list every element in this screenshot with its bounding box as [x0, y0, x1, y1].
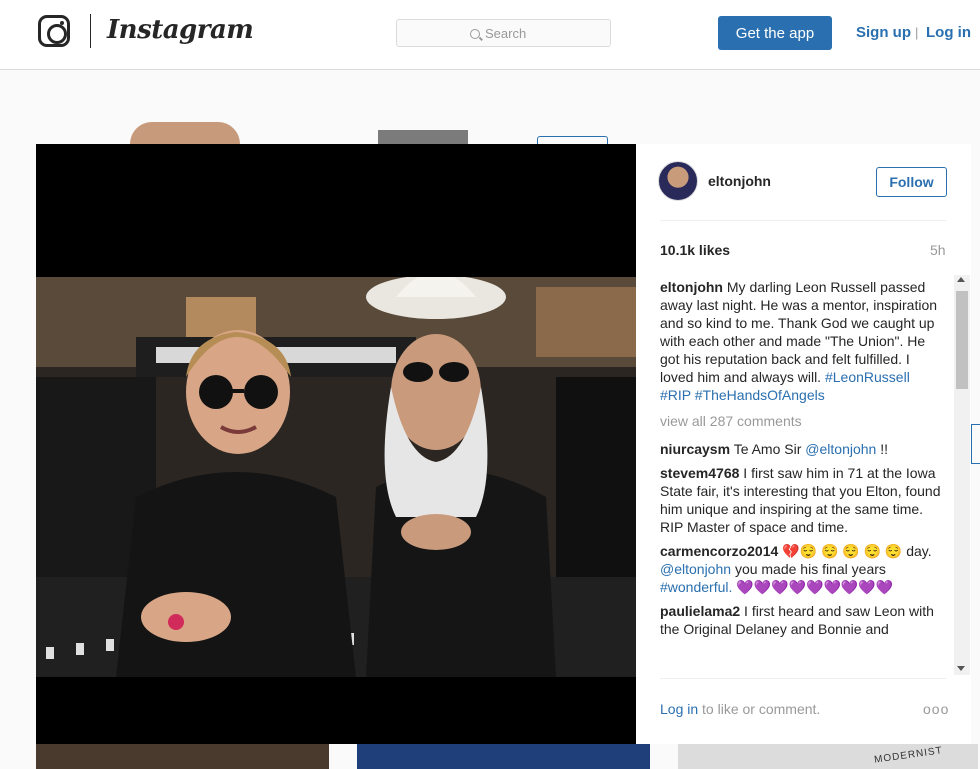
instagram-wordmark[interactable]: Instagram	[107, 15, 254, 45]
post-timestamp[interactable]: 5h	[930, 242, 946, 258]
comment-text: !!	[880, 441, 888, 457]
comments-list[interactable]: eltonjohn My darling Leon Russell passed…	[660, 278, 942, 674]
comment-username[interactable]: niurcaysm	[660, 441, 730, 457]
post-photo-frame	[36, 144, 636, 744]
divider	[660, 678, 946, 679]
comment-item: niurcaysm Te Amo Sir @eltonjohn !!	[660, 440, 942, 458]
studio-photo-illustration	[36, 277, 636, 677]
comment-text: you made his final years	[734, 561, 886, 577]
next-arrow-edge[interactable]	[971, 424, 980, 464]
profile-name-background	[378, 130, 468, 144]
scrollbar-thumb[interactable]	[956, 291, 968, 389]
view-all-comments-link[interactable]: view all 287 comments	[660, 412, 942, 430]
profile-avatar-background	[130, 122, 240, 144]
get-the-app-button[interactable]: Get the app	[718, 16, 832, 50]
emoji-sequence: 💜💜💜💜💜💜💜💜💜	[736, 579, 894, 595]
log-in-link[interactable]: Log in	[926, 24, 971, 41]
mention-link[interactable]: @eltonjohn	[660, 561, 731, 577]
divider	[660, 220, 946, 221]
comment-username[interactable]: stevem4768	[660, 465, 739, 481]
link-separator: |	[915, 25, 919, 40]
mention-link[interactable]: @eltonjohn	[805, 441, 876, 457]
comment-text: day.	[906, 543, 932, 559]
login-prompt: Log in to like or comment.	[660, 701, 820, 717]
sign-up-link[interactable]: Sign up	[856, 24, 911, 41]
scroll-up-arrow-icon[interactable]	[957, 277, 965, 282]
top-navigation-bar: Instagram Search Get the app Sign up | L…	[0, 0, 980, 70]
hashtag-link[interactable]: #wonderful.	[660, 579, 732, 595]
scroll-down-arrow-icon[interactable]	[957, 666, 965, 671]
login-prompt-text: to like or comment.	[702, 701, 821, 717]
logo-divider	[90, 14, 91, 48]
thumbnail-text: MODERNIST	[873, 745, 944, 766]
log-in-link[interactable]: Log in	[660, 701, 698, 717]
comment-username[interactable]: carmencorzo2014	[660, 543, 778, 559]
caption: eltonjohn My darling Leon Russell passed…	[660, 278, 942, 404]
hashtag-link[interactable]: #RIP	[660, 387, 691, 403]
comment-item: carmencorzo2014 💔😌 😌 😌 😌 😌 day. @eltonjo…	[660, 542, 942, 596]
profile-follow-button-background	[537, 136, 608, 144]
grid-thumbnail[interactable]	[357, 744, 650, 769]
search-placeholder: Search	[485, 26, 527, 41]
comment-text: Te Amo Sir	[733, 441, 802, 457]
grid-thumbnail[interactable]	[36, 744, 329, 769]
emoji-sequence: 💔😌 😌 😌 😌 😌	[782, 543, 903, 559]
post-username[interactable]: eltonjohn	[708, 173, 771, 189]
more-options-icon[interactable]: ooo	[923, 701, 949, 717]
instagram-camera-icon[interactable]	[38, 15, 70, 47]
search-icon	[470, 28, 480, 39]
search-input[interactable]: Search	[396, 19, 611, 47]
follow-button[interactable]: Follow	[876, 167, 947, 197]
grid-thumbnail[interactable]: MODERNIST	[678, 744, 978, 769]
likes-count[interactable]: 10.1k likes	[660, 242, 730, 258]
post-detail-panel: eltonjohn Follow 10.1k likes 5h eltonjoh…	[636, 144, 971, 744]
hashtag-link[interactable]: #LeonRussell	[825, 369, 910, 385]
search-placeholder-wrap: Search	[470, 26, 526, 41]
hashtag-link[interactable]: #TheHandsOfAngels	[695, 387, 825, 403]
comments-scrollbar[interactable]	[954, 275, 970, 675]
avatar[interactable]	[658, 161, 698, 201]
comment-item: paulielama2 I first heard and saw Leon w…	[660, 602, 942, 638]
comment-username[interactable]: paulielama2	[660, 603, 740, 619]
comment-item: stevem4768 I first saw him in 71 at the …	[660, 464, 942, 536]
post-photo	[36, 277, 636, 677]
caption-username[interactable]: eltonjohn	[660, 279, 723, 295]
